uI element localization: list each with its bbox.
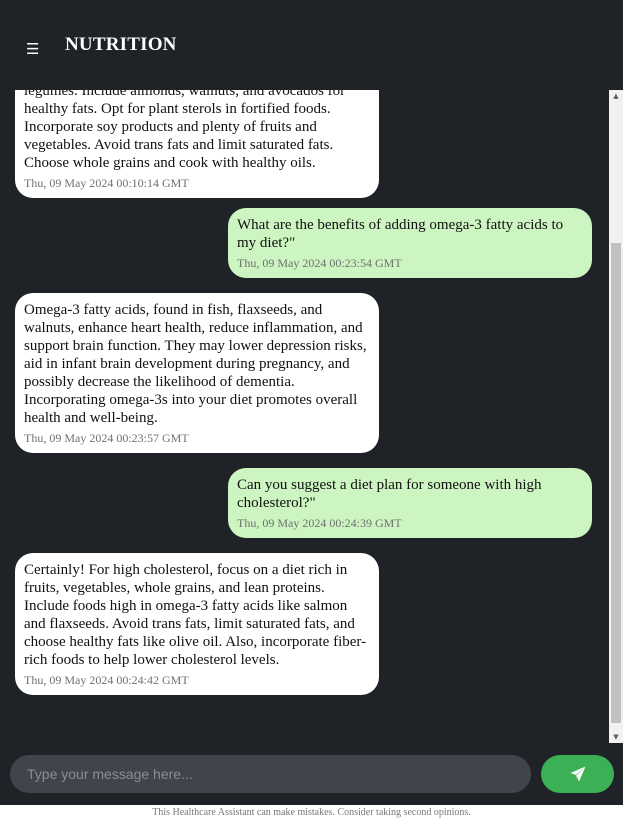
app-title: NUTRITION — [65, 34, 177, 55]
message-timestamp: Thu, 09 May 2024 00:23:57 GMT — [24, 431, 189, 445]
message-timestamp: Thu, 09 May 2024 00:23:54 GMT — [237, 256, 402, 270]
message-text: Omega-3 fatty acids, found in fish, flax… — [24, 302, 371, 426]
scroll-down-arrow-icon[interactable]: ▼ — [609, 731, 623, 743]
chat-messages[interactable]: legumes. Include almonds, walnuts, and a… — [0, 90, 623, 743]
paper-plane-icon — [570, 766, 585, 782]
scrollbar-thumb[interactable] — [611, 243, 621, 723]
message-text: Certainly! For high cholesterol, focus o… — [24, 562, 367, 668]
scroll-up-arrow-icon[interactable]: ▲ — [609, 90, 623, 102]
bot-message: Omega-3 fatty acids, found in fish, flax… — [15, 293, 379, 453]
disclaimer-footer: This Healthcare Assistant can make mista… — [0, 805, 623, 820]
message-text: legumes. Include almonds, walnuts, and a… — [24, 90, 349, 171]
message-composer — [0, 743, 623, 805]
bot-message: legumes. Include almonds, walnuts, and a… — [15, 90, 379, 198]
hamburger-menu-icon[interactable]: ☰ — [26, 42, 39, 57]
user-message: What are the benefits of adding omega-3 … — [228, 208, 592, 278]
send-button[interactable] — [541, 755, 614, 793]
message-text: Can you suggest a diet plan for someone … — [237, 477, 546, 511]
chat-scrollbar[interactable]: ▲ ▼ — [609, 90, 623, 743]
app-header: ☰ NUTRITION — [0, 0, 623, 90]
user-message: Can you suggest a diet plan for someone … — [228, 468, 592, 538]
message-text: What are the benefits of adding omega-3 … — [237, 217, 567, 251]
message-input[interactable] — [10, 755, 531, 793]
message-timestamp: Thu, 09 May 2024 00:24:39 GMT — [237, 516, 402, 530]
bot-message: Certainly! For high cholesterol, focus o… — [15, 553, 379, 695]
message-timestamp: Thu, 09 May 2024 00:10:14 GMT — [24, 176, 189, 190]
message-timestamp: Thu, 09 May 2024 00:24:42 GMT — [24, 673, 189, 687]
